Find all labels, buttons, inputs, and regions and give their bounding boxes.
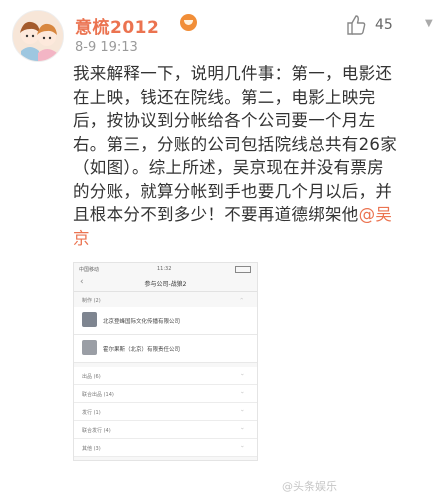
post-header: 意梳2012 8-9 19:13 45 ▼ xyxy=(0,0,440,62)
mention-link-continued[interactable]: 京 xyxy=(73,229,90,248)
category-row: 联合发行 (4) › xyxy=(74,421,257,439)
mention-link[interactable]: @吴 xyxy=(359,205,393,224)
category-row: 出品 (6) › xyxy=(74,367,257,385)
chevron-down-icon: › xyxy=(238,373,246,376)
screenshot-time: 11:32 xyxy=(157,266,172,272)
category-row: 其他 (3) › xyxy=(74,439,257,457)
screenshot-nav-bar: ‹ 参与公司-战狼2 xyxy=(74,274,257,292)
screenshot-title: 参与公司-战狼2 xyxy=(144,281,187,288)
post-body-line: 在上映，钱还在院线。第二，电影上映完 xyxy=(73,87,376,107)
like-count: 45 xyxy=(375,17,393,33)
like-button[interactable]: 45 xyxy=(345,14,425,38)
category-row: 联合出品 (14) › xyxy=(74,385,257,403)
screenshot-section-header: 制作 (2) › xyxy=(74,294,257,306)
category-label: 联合发行 (4) xyxy=(82,428,111,434)
section-label: 制作 (2) xyxy=(82,298,101,304)
chevron-down-icon: › xyxy=(238,409,246,412)
company-name: 霍尔果斯（北京）有限责任公司 xyxy=(103,347,181,353)
post-body-line: （如图）。综上所述，吴京现在并没有票房 xyxy=(73,158,384,177)
screenshot-carrier: 中国移动 xyxy=(79,267,100,273)
post-body-line: 我来解释一下，说明几件事：第一，电影还 xyxy=(73,64,393,83)
chevron-up-icon: › xyxy=(238,297,246,300)
chevron-down-icon: › xyxy=(238,427,246,430)
company-row: 霍尔果斯（北京）有限责任公司 xyxy=(74,335,257,363)
more-options-icon[interactable]: ▼ xyxy=(425,18,433,29)
post-body-line: 且根本分不到多少！不要再道德绑架他@吴 xyxy=(73,203,428,227)
username-link[interactable]: 意梳2012 xyxy=(75,13,159,38)
company-logo xyxy=(82,340,97,355)
user-avatar[interactable] xyxy=(12,10,64,62)
category-row: 发行 (1) › xyxy=(74,403,257,421)
category-label: 出品 (6) xyxy=(82,374,101,380)
thumbs-up-icon xyxy=(347,15,366,35)
post-timestamp: 8-9 19:13 xyxy=(75,40,138,55)
category-label: 其他 (3) xyxy=(82,446,101,452)
chevron-down-icon: › xyxy=(238,391,246,394)
company-name: 北京登峰国际文化传播有限公司 xyxy=(103,319,181,325)
post-body-line: 的分账，就算分帐到手也要几个月以后，并 xyxy=(73,181,393,201)
battery-icon xyxy=(235,266,251,273)
post-body-line: 后，按协议到分帐给各个公司要一个月左 xyxy=(73,111,376,130)
category-label: 联合出品 (14) xyxy=(82,392,114,398)
chevron-down-icon: › xyxy=(238,445,246,448)
screenshot-status-bar: 中国移动 11:32 xyxy=(74,263,257,274)
post-body: 我来解释一下，说明几件事：第一，电影还 在上映，钱还在院线。第二，电影上映完 后… xyxy=(73,62,428,250)
company-row: 北京登峰国际文化传播有限公司 xyxy=(74,307,257,335)
post-body-line: 京 xyxy=(73,227,428,251)
watermark: @头条娱乐 xyxy=(282,480,337,493)
post-body-text: 且根本分不到多少！不要再道德绑架他 xyxy=(73,205,359,224)
attached-image[interactable]: 中国移动 11:32 ‹ 参与公司-战狼2 制作 (2) › 北京登峰国际文化传… xyxy=(73,262,258,461)
vip-badge-icon xyxy=(180,14,197,31)
company-logo xyxy=(82,312,97,327)
post-body-line: 右。第三，分账的公司包括院线总共有26家 xyxy=(73,134,397,154)
category-label: 发行 (1) xyxy=(82,410,101,416)
